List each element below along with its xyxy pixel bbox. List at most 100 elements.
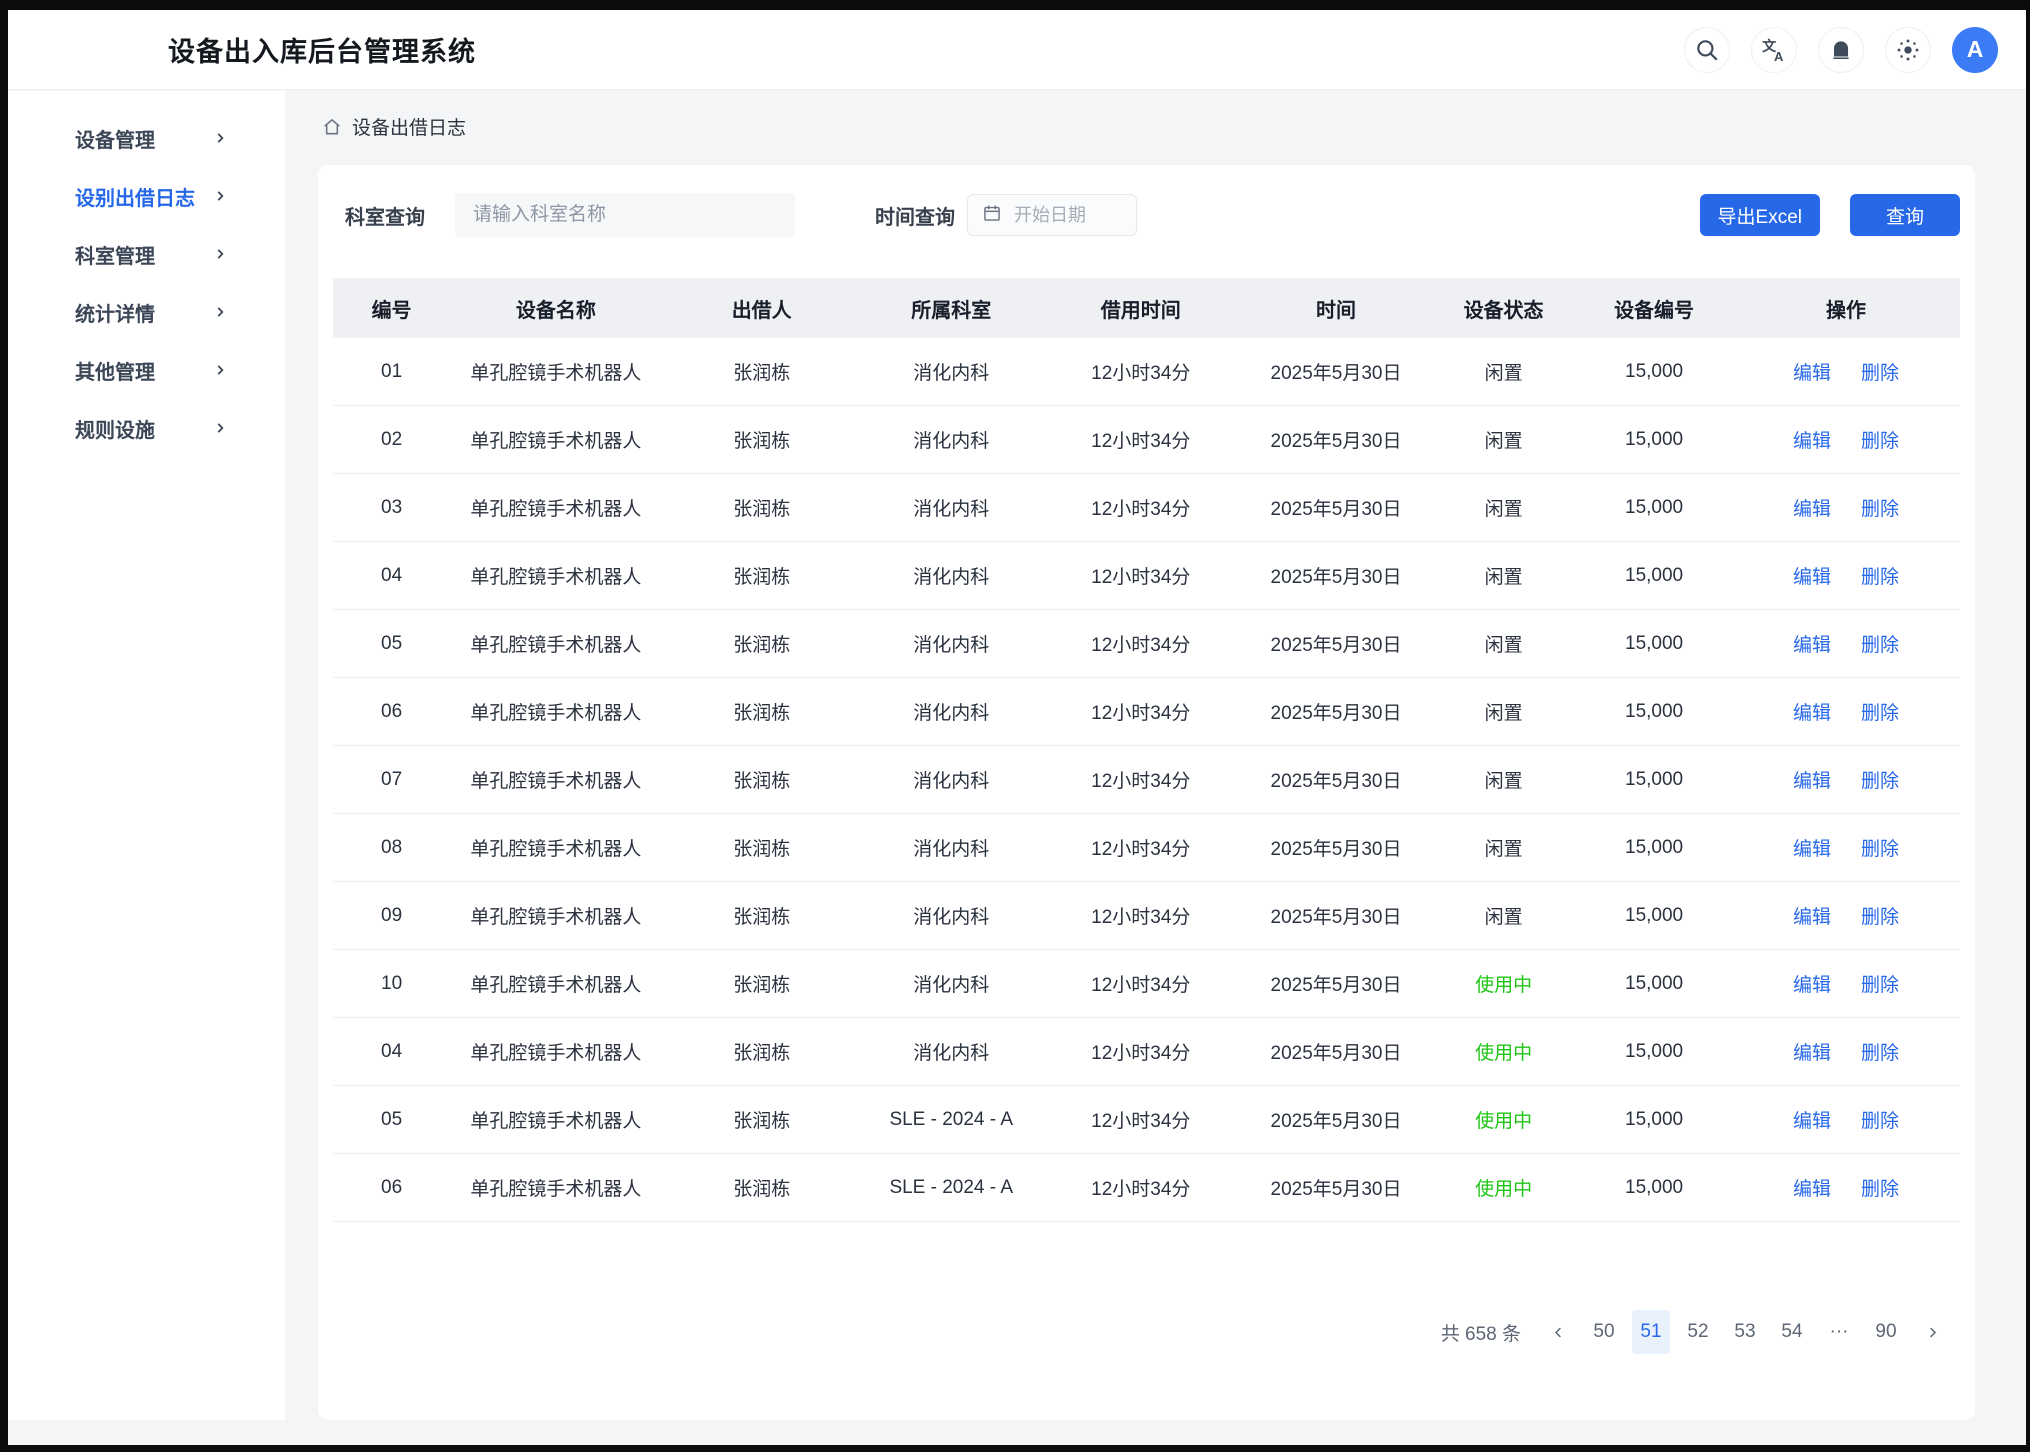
delete-link[interactable]: 删除 bbox=[1861, 766, 1899, 793]
prev-page-button[interactable] bbox=[1540, 1310, 1576, 1354]
delete-link[interactable]: 删除 bbox=[1861, 358, 1899, 385]
edit-link[interactable]: 编辑 bbox=[1793, 902, 1831, 929]
cell-actions: 编辑 删除 bbox=[1732, 494, 1960, 521]
cell-dept: 消化内科 bbox=[862, 902, 1041, 929]
cell-actions: 编辑 删除 bbox=[1732, 834, 1960, 861]
cell-no: 01 bbox=[333, 361, 450, 383]
cell-device_no: 15,000 bbox=[1576, 497, 1732, 519]
delete-link[interactable]: 删除 bbox=[1861, 494, 1899, 521]
sidebar-item-lending-log[interactable]: 设别出借日志 bbox=[8, 167, 285, 225]
cell-dept: 消化内科 bbox=[862, 834, 1041, 861]
page-54[interactable]: 54 bbox=[1773, 1310, 1811, 1354]
cell-status: 闲置 bbox=[1431, 358, 1576, 385]
page-51[interactable]: 51 bbox=[1632, 1310, 1670, 1354]
cell-device: 单孔腔镜手术机器人 bbox=[450, 358, 662, 385]
cell-status: 闲置 bbox=[1431, 766, 1576, 793]
topbar: 设备出入库后台管理系统 文 A bbox=[8, 10, 2026, 90]
page-90[interactable]: 90 bbox=[1867, 1310, 1905, 1354]
table-row: 03单孔腔镜手术机器人张润栋消化内科12小时34分2025年5月30日闲置15,… bbox=[333, 474, 1960, 542]
page-ellipsis[interactable]: ··· bbox=[1820, 1310, 1858, 1354]
sidebar-item-label: 规则设施 bbox=[75, 414, 155, 443]
cell-dept: 消化内科 bbox=[862, 630, 1041, 657]
edit-link[interactable]: 编辑 bbox=[1793, 1038, 1831, 1065]
delete-link[interactable]: 删除 bbox=[1861, 698, 1899, 725]
cell-no: 08 bbox=[333, 837, 450, 859]
delete-link[interactable]: 删除 bbox=[1861, 970, 1899, 997]
sidebar-item-statistics[interactable]: 统计详情 bbox=[8, 283, 285, 341]
chevron-right-icon bbox=[213, 247, 227, 261]
sidebar-item-other-management[interactable]: 其他管理 bbox=[8, 341, 285, 399]
delete-link[interactable]: 删除 bbox=[1861, 630, 1899, 657]
calendar-icon bbox=[982, 203, 1002, 228]
edit-link[interactable]: 编辑 bbox=[1793, 970, 1831, 997]
delete-link[interactable]: 删除 bbox=[1861, 834, 1899, 861]
delete-link[interactable]: 删除 bbox=[1861, 1174, 1899, 1201]
search-button[interactable] bbox=[1684, 27, 1730, 73]
notification-button[interactable] bbox=[1818, 27, 1864, 73]
column-header-device-status: 设备状态 bbox=[1431, 294, 1576, 323]
edit-link[interactable]: 编辑 bbox=[1793, 698, 1831, 725]
language-button[interactable]: 文 A bbox=[1751, 27, 1797, 73]
sidebar-item-department-management[interactable]: 科室管理 bbox=[8, 225, 285, 283]
pagination-total: 共 658 条 bbox=[1441, 1319, 1521, 1346]
translate-icon: 文 A bbox=[1761, 37, 1787, 63]
sidebar-item-label: 统计详情 bbox=[75, 298, 155, 327]
chevron-right-icon bbox=[213, 363, 227, 377]
table-row: 08单孔腔镜手术机器人张润栋消化内科12小时34分2025年5月30日闲置15,… bbox=[333, 814, 1960, 882]
cell-date: 2025年5月30日 bbox=[1241, 562, 1431, 589]
edit-link[interactable]: 编辑 bbox=[1793, 426, 1831, 453]
start-date-input[interactable] bbox=[1014, 205, 1122, 226]
column-header-device-name: 设备名称 bbox=[450, 294, 662, 323]
cell-borrower: 张润栋 bbox=[662, 970, 862, 997]
svg-text:A: A bbox=[1774, 48, 1784, 62]
edit-link[interactable]: 编辑 bbox=[1793, 494, 1831, 521]
table-row: 04单孔腔镜手术机器人张润栋消化内科12小时34分2025年5月30日使用中15… bbox=[333, 1018, 1960, 1086]
query-button[interactable]: 查询 bbox=[1850, 194, 1960, 236]
topbar-actions: 文 A bbox=[1684, 27, 1998, 73]
page-52[interactable]: 52 bbox=[1679, 1310, 1717, 1354]
avatar[interactable]: A bbox=[1952, 27, 1998, 73]
department-search-input[interactable] bbox=[455, 193, 795, 237]
cell-device: 单孔腔镜手术机器人 bbox=[450, 1174, 662, 1201]
cell-device_no: 15,000 bbox=[1576, 1109, 1732, 1131]
cell-dept: SLE - 2024 - A bbox=[862, 1177, 1041, 1199]
start-date-picker[interactable] bbox=[967, 194, 1137, 236]
delete-link[interactable]: 删除 bbox=[1861, 1106, 1899, 1133]
cell-dept: 消化内科 bbox=[862, 494, 1041, 521]
cell-duration: 12小时34分 bbox=[1041, 358, 1241, 385]
sidebar-item-device-management[interactable]: 设备管理 bbox=[8, 109, 285, 167]
delete-link[interactable]: 删除 bbox=[1861, 902, 1899, 929]
cell-status: 使用中 bbox=[1431, 1038, 1576, 1065]
cell-device: 单孔腔镜手术机器人 bbox=[450, 426, 662, 453]
home-icon[interactable] bbox=[321, 116, 343, 138]
breadcrumb: 设备出借日志 bbox=[321, 113, 466, 140]
next-page-button[interactable] bbox=[1914, 1310, 1950, 1354]
cell-device_no: 15,000 bbox=[1576, 905, 1732, 927]
edit-link[interactable]: 编辑 bbox=[1793, 766, 1831, 793]
table-row: 06单孔腔镜手术机器人张润栋消化内科12小时34分2025年5月30日闲置15,… bbox=[333, 678, 1960, 746]
app-window: 设备出入库后台管理系统 文 A bbox=[8, 10, 2026, 1445]
page-50[interactable]: 50 bbox=[1585, 1310, 1623, 1354]
edit-link[interactable]: 编辑 bbox=[1793, 1106, 1831, 1133]
cell-duration: 12小时34分 bbox=[1041, 1038, 1241, 1065]
sidebar-item-rule-settings[interactable]: 规则设施 bbox=[8, 399, 285, 457]
cell-no: 06 bbox=[333, 701, 450, 723]
cell-device_no: 15,000 bbox=[1576, 429, 1732, 451]
cell-borrower: 张润栋 bbox=[662, 562, 862, 589]
cell-actions: 编辑 删除 bbox=[1732, 698, 1960, 725]
delete-link[interactable]: 删除 bbox=[1861, 562, 1899, 589]
cell-actions: 编辑 删除 bbox=[1732, 358, 1960, 385]
export-excel-button[interactable]: 导出Excel bbox=[1700, 194, 1820, 236]
edit-link[interactable]: 编辑 bbox=[1793, 562, 1831, 589]
theme-button[interactable] bbox=[1885, 27, 1931, 73]
lending-log-table: 编号 设备名称 出借人 所属科室 借用时间 时间 设备状态 设备编号 操作 01… bbox=[333, 278, 1960, 1222]
page-53[interactable]: 53 bbox=[1726, 1310, 1764, 1354]
cell-device_no: 15,000 bbox=[1576, 837, 1732, 859]
delete-link[interactable]: 删除 bbox=[1861, 426, 1899, 453]
edit-link[interactable]: 编辑 bbox=[1793, 358, 1831, 385]
edit-link[interactable]: 编辑 bbox=[1793, 630, 1831, 657]
cell-borrower: 张润栋 bbox=[662, 630, 862, 657]
edit-link[interactable]: 编辑 bbox=[1793, 1174, 1831, 1201]
edit-link[interactable]: 编辑 bbox=[1793, 834, 1831, 861]
delete-link[interactable]: 删除 bbox=[1861, 1038, 1899, 1065]
